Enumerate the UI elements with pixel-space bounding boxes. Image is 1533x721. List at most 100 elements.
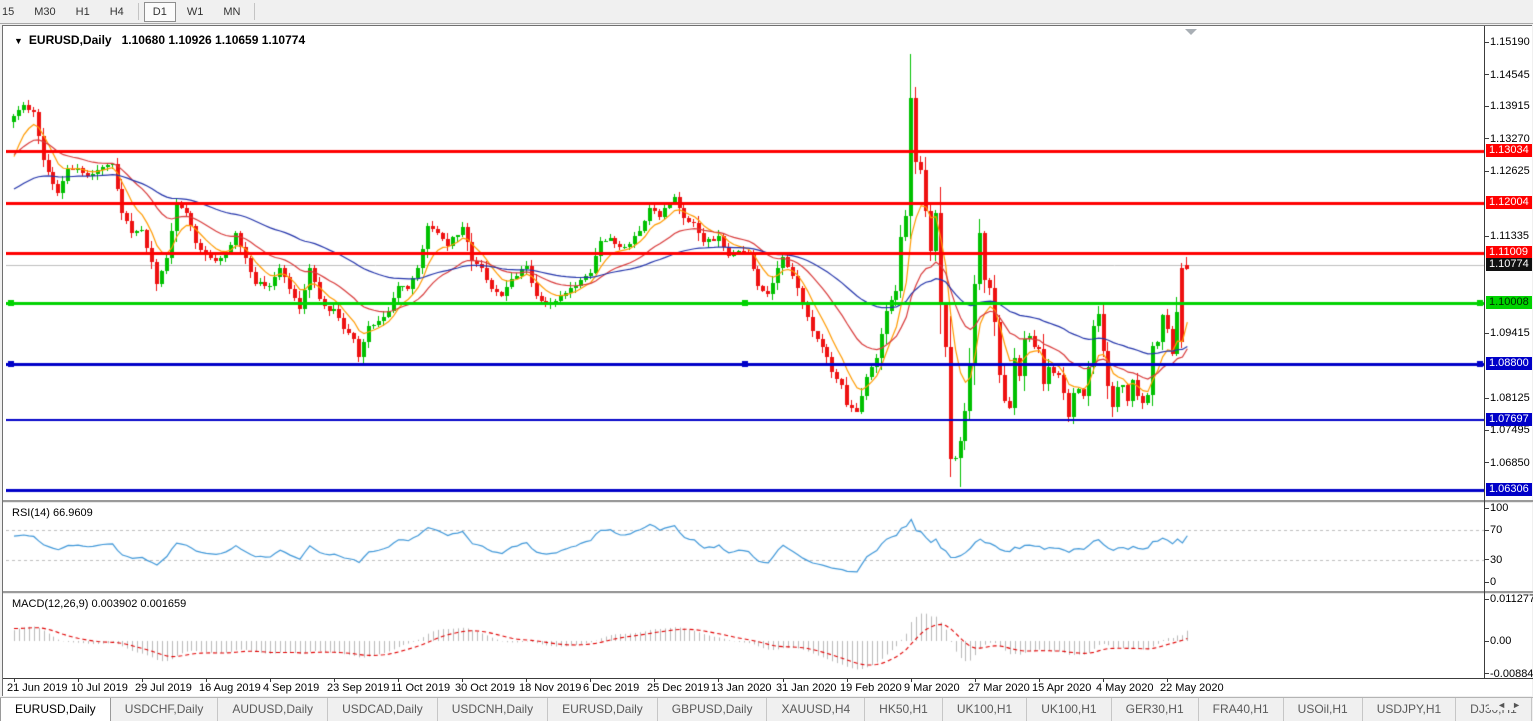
timeframe-button-w1[interactable]: W1 <box>178 2 213 22</box>
date-label: 11 Oct 2019 <box>391 682 450 694</box>
price-tick-label: 1.12625 <box>1490 165 1530 177</box>
chart-tab-xauusd-h4[interactable]: XAUUSD,H4 <box>767 698 865 721</box>
date-label: 18 Nov 2019 <box>519 682 581 694</box>
macd-indicator-canvas[interactable] <box>6 594 1484 677</box>
chart-tab-fra40-h1[interactable]: FRA40,H1 <box>1199 698 1284 721</box>
price-axis-tick <box>1484 430 1489 431</box>
chart-tab-usdjpy-h1[interactable]: USDJPY,H1 <box>1363 698 1456 721</box>
chart-tab-gbpusd-daily[interactable]: GBPUSD,Daily <box>658 698 768 721</box>
price-axis-tick <box>1484 74 1489 75</box>
rsi-level-label: 70 <box>1490 524 1502 536</box>
date-label: 6 Dec 2019 <box>583 682 639 694</box>
macd-value-label: 0.011277 <box>1490 593 1533 605</box>
price-axis-tick <box>1484 236 1489 237</box>
tab-scroll-left-button[interactable]: ◄ <box>1497 700 1512 710</box>
pane-divider[interactable] <box>3 500 1533 503</box>
chart-tab-uk100-h1[interactable]: UK100,H1 <box>1027 698 1111 721</box>
chart-tab-usdcad-daily[interactable]: USDCAD,Daily <box>328 698 438 721</box>
chart-tab-ger30-h1[interactable]: GER30,H1 <box>1112 698 1199 721</box>
chart-tab-bar: EURUSD,DailyUSDCHF,DailyAUDUSD,DailyUSDC… <box>0 697 1533 721</box>
chart-title-row: ▼ EURUSD,Daily 1.10680 1.10926 1.10659 1.1… <box>14 33 305 47</box>
tab-scroll-right-button[interactable]: ► <box>1512 700 1527 710</box>
rsi-axis-tick <box>1484 530 1489 531</box>
price-line-badge: 1.13034 <box>1486 144 1532 157</box>
price-tick-label: 1.13915 <box>1490 100 1530 112</box>
macd-axis-tick <box>1484 641 1489 642</box>
price-tick-label: 1.09415 <box>1490 327 1530 339</box>
timeframe-button-d1[interactable]: D1 <box>144 2 176 22</box>
rsi-level-label: 0 <box>1490 576 1496 588</box>
date-label: 10 Jul 2019 <box>71 682 128 694</box>
rsi-axis-tick <box>1484 508 1489 509</box>
date-label: 16 Aug 2019 <box>199 682 261 694</box>
price-line-badge: 1.12004 <box>1486 196 1532 209</box>
timeframe-button-h4[interactable]: H4 <box>101 2 133 22</box>
chart-tab-eurusd-daily[interactable]: EURUSD,Daily <box>0 698 111 721</box>
tab-scroll-arrows: ◄► <box>1489 700 1527 710</box>
chart-tab-hk50-h1[interactable]: HK50,H1 <box>865 698 943 721</box>
pane-divider[interactable] <box>3 591 1533 594</box>
date-label: 15 Apr 2020 <box>1032 682 1091 694</box>
chart-tab-usdcnh-daily[interactable]: USDCNH,Daily <box>438 698 548 721</box>
price-line-badge: 1.07697 <box>1486 413 1532 426</box>
price-line-badge: 1.10008 <box>1486 296 1532 309</box>
rsi-axis-tick <box>1484 559 1489 560</box>
chart-shift-marker-icon[interactable] <box>1185 29 1197 35</box>
date-label: 9 Mar 2020 <box>904 682 960 694</box>
price-tick-label: 1.08125 <box>1490 392 1530 404</box>
price-line-badge: 1.06306 <box>1486 483 1532 496</box>
macd-value-label: 0.00 <box>1490 635 1511 647</box>
rsi-axis-tick <box>1484 582 1489 583</box>
timeframe-button-m30[interactable]: M30 <box>25 2 64 22</box>
chart-tab-usoil-h1[interactable]: USOil,H1 <box>1284 698 1363 721</box>
price-axis-tick <box>1484 138 1489 139</box>
price-axis-tick <box>1484 42 1489 43</box>
price-axis-tick <box>1484 171 1489 172</box>
price-axis-tick <box>1484 398 1489 399</box>
date-label: 25 Dec 2019 <box>647 682 709 694</box>
price-tick-label: 1.06850 <box>1490 457 1530 469</box>
date-label: 29 Jul 2019 <box>135 682 192 694</box>
price-tick-label: 1.11335 <box>1490 230 1529 242</box>
current-price-badge: 1.10774 <box>1486 258 1532 271</box>
date-label: 19 Feb 2020 <box>840 682 902 694</box>
date-label: 31 Jan 2020 <box>776 682 837 694</box>
symbol-dropdown-icon[interactable]: ▼ <box>14 36 23 46</box>
date-label: 27 Mar 2020 <box>968 682 1030 694</box>
macd-axis-tick <box>1484 599 1489 600</box>
date-label: 21 Jun 2019 <box>7 682 68 694</box>
price-axis-tick <box>1484 333 1489 334</box>
chart-tab-usdchf-daily[interactable]: USDCHF,Daily <box>111 698 219 721</box>
chart-symbol-title: EURUSD,Daily <box>29 33 112 47</box>
price-axis-border <box>1484 26 1485 678</box>
date-label: 13 Jan 2020 <box>711 682 772 694</box>
macd-indicator-label: MACD(12,26,9) 0.003902 0.001659 <box>12 598 186 610</box>
chart-ohlc-values: 1.10680 1.10926 1.10659 1.10774 <box>122 33 306 47</box>
date-label: 23 Sep 2019 <box>327 682 389 694</box>
date-label: 22 May 2020 <box>1160 682 1224 694</box>
rsi-indicator-label: RSI(14) 66.9609 <box>12 507 93 519</box>
rsi-level-label: 30 <box>1490 554 1502 566</box>
date-axis-border <box>3 678 1533 679</box>
date-label: 4 Sep 2019 <box>263 682 319 694</box>
price-chart-canvas[interactable] <box>6 28 1484 500</box>
price-line-badge: 1.08800 <box>1486 357 1532 370</box>
macd-axis-tick <box>1484 673 1489 674</box>
chart-tab-eurusd-daily[interactable]: EURUSD,Daily <box>548 698 658 721</box>
timeframe-button-15[interactable]: 15 <box>0 2 23 22</box>
chart-tab-uk100-h1[interactable]: UK100,H1 <box>943 698 1027 721</box>
price-axis-tick <box>1484 106 1489 107</box>
timeframe-button-h1[interactable]: H1 <box>67 2 99 22</box>
macd-value-label: -0.008845 <box>1490 668 1533 680</box>
timeframe-toolbar: 15M30H1H4 D1W1MN <box>0 0 1533 24</box>
toolbar-separator <box>138 3 139 20</box>
timeframe-button-mn[interactable]: MN <box>214 2 249 22</box>
toolbar-separator <box>254 3 255 20</box>
price-axis-tick <box>1484 462 1489 463</box>
chart-tab-audusd-daily[interactable]: AUDUSD,Daily <box>218 698 328 721</box>
date-label: 30 Oct 2019 <box>455 682 515 694</box>
date-label: 4 May 2020 <box>1096 682 1153 694</box>
price-tick-label: 1.14545 <box>1490 69 1530 81</box>
rsi-level-label: 100 <box>1490 502 1508 514</box>
rsi-indicator-canvas[interactable] <box>6 503 1484 591</box>
